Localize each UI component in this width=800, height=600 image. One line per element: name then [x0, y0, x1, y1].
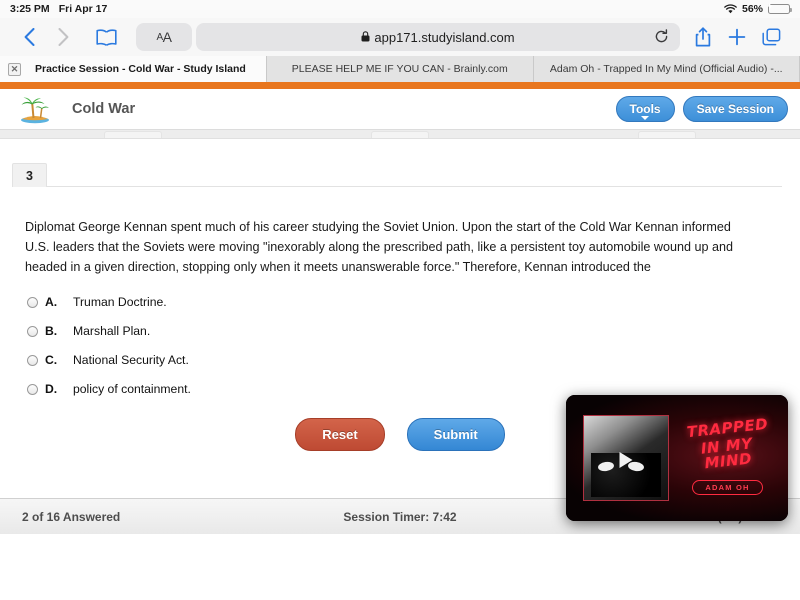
- ios-status-bar: 3:25 PM Fri Apr 17 56%: [0, 0, 800, 18]
- new-tab-button[interactable]: [720, 22, 754, 52]
- browser-tab-label: Practice Session - Cold War - Study Isla…: [35, 63, 246, 75]
- safari-toolbar: AA app171.studyisland.com: [0, 18, 800, 56]
- browser-tab-label: PLEASE HELP ME IF YOU CAN - Brainly.com: [291, 63, 508, 75]
- answer-options-list: A. Truman Doctrine. B. Marshall Plan. C.…: [27, 295, 800, 396]
- clock-time: 3:25 PM: [10, 3, 50, 15]
- tools-button-label: Tools: [629, 102, 661, 116]
- reset-button[interactable]: Reset: [295, 417, 385, 451]
- pip-title-block: TRAPPED IN MY MIND ADAM OH: [669, 415, 788, 495]
- answer-option-b[interactable]: B. Marshall Plan.: [27, 324, 800, 338]
- back-button[interactable]: [12, 22, 46, 52]
- option-letter: D.: [45, 381, 58, 396]
- answered-count: 2 of 16 Answered: [22, 509, 121, 524]
- browser-tab-bar: ✕ Practice Session - Cold War - Study Is…: [0, 56, 800, 82]
- wifi-icon: [724, 4, 737, 14]
- question-content-area: 3 Diplomat George Kennan spent much of h…: [0, 130, 800, 534]
- battery-charging-icon: [767, 1, 792, 15]
- radio-button[interactable]: [27, 296, 38, 308]
- question-number-tab: 3: [12, 163, 47, 187]
- brand-accent-bar: [0, 82, 800, 89]
- lock-icon: [361, 30, 370, 45]
- option-letter: A.: [45, 294, 58, 309]
- browser-tab-active[interactable]: ✕ Practice Session - Cold War - Study Is…: [0, 56, 267, 82]
- page-title: Cold War: [72, 101, 136, 117]
- status-bar-left: 3:25 PM Fri Apr 17: [10, 3, 107, 15]
- save-session-button[interactable]: Save Session: [682, 96, 788, 122]
- text-size-button[interactable]: AA: [136, 23, 192, 51]
- battery-percent-label: 56%: [741, 3, 763, 15]
- option-letter: C.: [45, 352, 58, 367]
- chevron-down-icon: [641, 116, 650, 120]
- ghost-element: [370, 131, 429, 138]
- tools-button[interactable]: Tools: [615, 96, 675, 122]
- video-artist-badge: ADAM OH: [692, 480, 763, 495]
- reload-icon[interactable]: [654, 29, 670, 45]
- question-divider: [12, 186, 782, 187]
- status-bar-right: 56%: [724, 1, 792, 15]
- scrolled-content-sliver: [0, 130, 800, 139]
- palm-island-logo-icon: [12, 92, 58, 126]
- text-size-large-a: A: [162, 29, 172, 45]
- option-text: policy of containment.: [73, 381, 191, 396]
- close-icon[interactable]: ✕: [8, 62, 21, 76]
- answer-option-d[interactable]: D. policy of containment.: [27, 382, 800, 396]
- pip-video-frame: TRAPPED IN MY MIND ADAM OH: [566, 395, 788, 521]
- question-number-row: 3: [0, 153, 800, 187]
- radio-button[interactable]: [27, 325, 38, 337]
- browser-tab-brainly[interactable]: PLEASE HELP ME IF YOU CAN - Brainly.com: [267, 56, 534, 82]
- question-text: Diplomat George Kennan spent much of his…: [25, 220, 734, 274]
- option-letter: B.: [45, 323, 58, 338]
- ghost-element: [104, 131, 163, 138]
- submit-button[interactable]: Submit: [406, 417, 505, 451]
- answer-option-c[interactable]: C. National Security Act.: [27, 353, 800, 367]
- tabs-overview-button[interactable]: [754, 22, 788, 52]
- option-text: Marshall Plan.: [73, 323, 151, 338]
- site-header: Cold War Tools Save Session: [0, 89, 800, 130]
- session-timer: Session Timer: 7:42: [343, 509, 457, 524]
- forward-button[interactable]: [46, 22, 80, 52]
- browser-tab-label: Adam Oh - Trapped In My Mind (Official A…: [549, 63, 783, 75]
- radio-button[interactable]: [27, 383, 38, 395]
- pip-video-overlay[interactable]: TRAPPED IN MY MIND ADAM OH: [566, 395, 788, 521]
- answer-option-a[interactable]: A. Truman Doctrine.: [27, 295, 800, 309]
- artwork-eye-left: [597, 461, 615, 473]
- save-session-button-label: Save Session: [696, 102, 774, 116]
- ipad-safari-screen: 3:25 PM Fri Apr 17 56% A A app171.studyi…: [0, 0, 800, 600]
- address-bar[interactable]: app171.studyisland.com: [196, 23, 680, 51]
- option-text: Truman Doctrine.: [73, 294, 167, 309]
- clock-date: Fri Apr 17: [58, 3, 108, 15]
- option-text: National Security Act.: [73, 352, 189, 367]
- ghost-element: [637, 131, 696, 138]
- album-art-thumbnail: [583, 415, 669, 501]
- play-icon[interactable]: [619, 451, 633, 468]
- share-button[interactable]: [686, 22, 720, 52]
- url-text: app171.studyisland.com: [374, 29, 515, 45]
- bookmarks-button[interactable]: [86, 22, 126, 52]
- browser-tab-youtube[interactable]: Adam Oh - Trapped In My Mind (Official A…: [533, 56, 800, 82]
- radio-button[interactable]: [27, 354, 38, 366]
